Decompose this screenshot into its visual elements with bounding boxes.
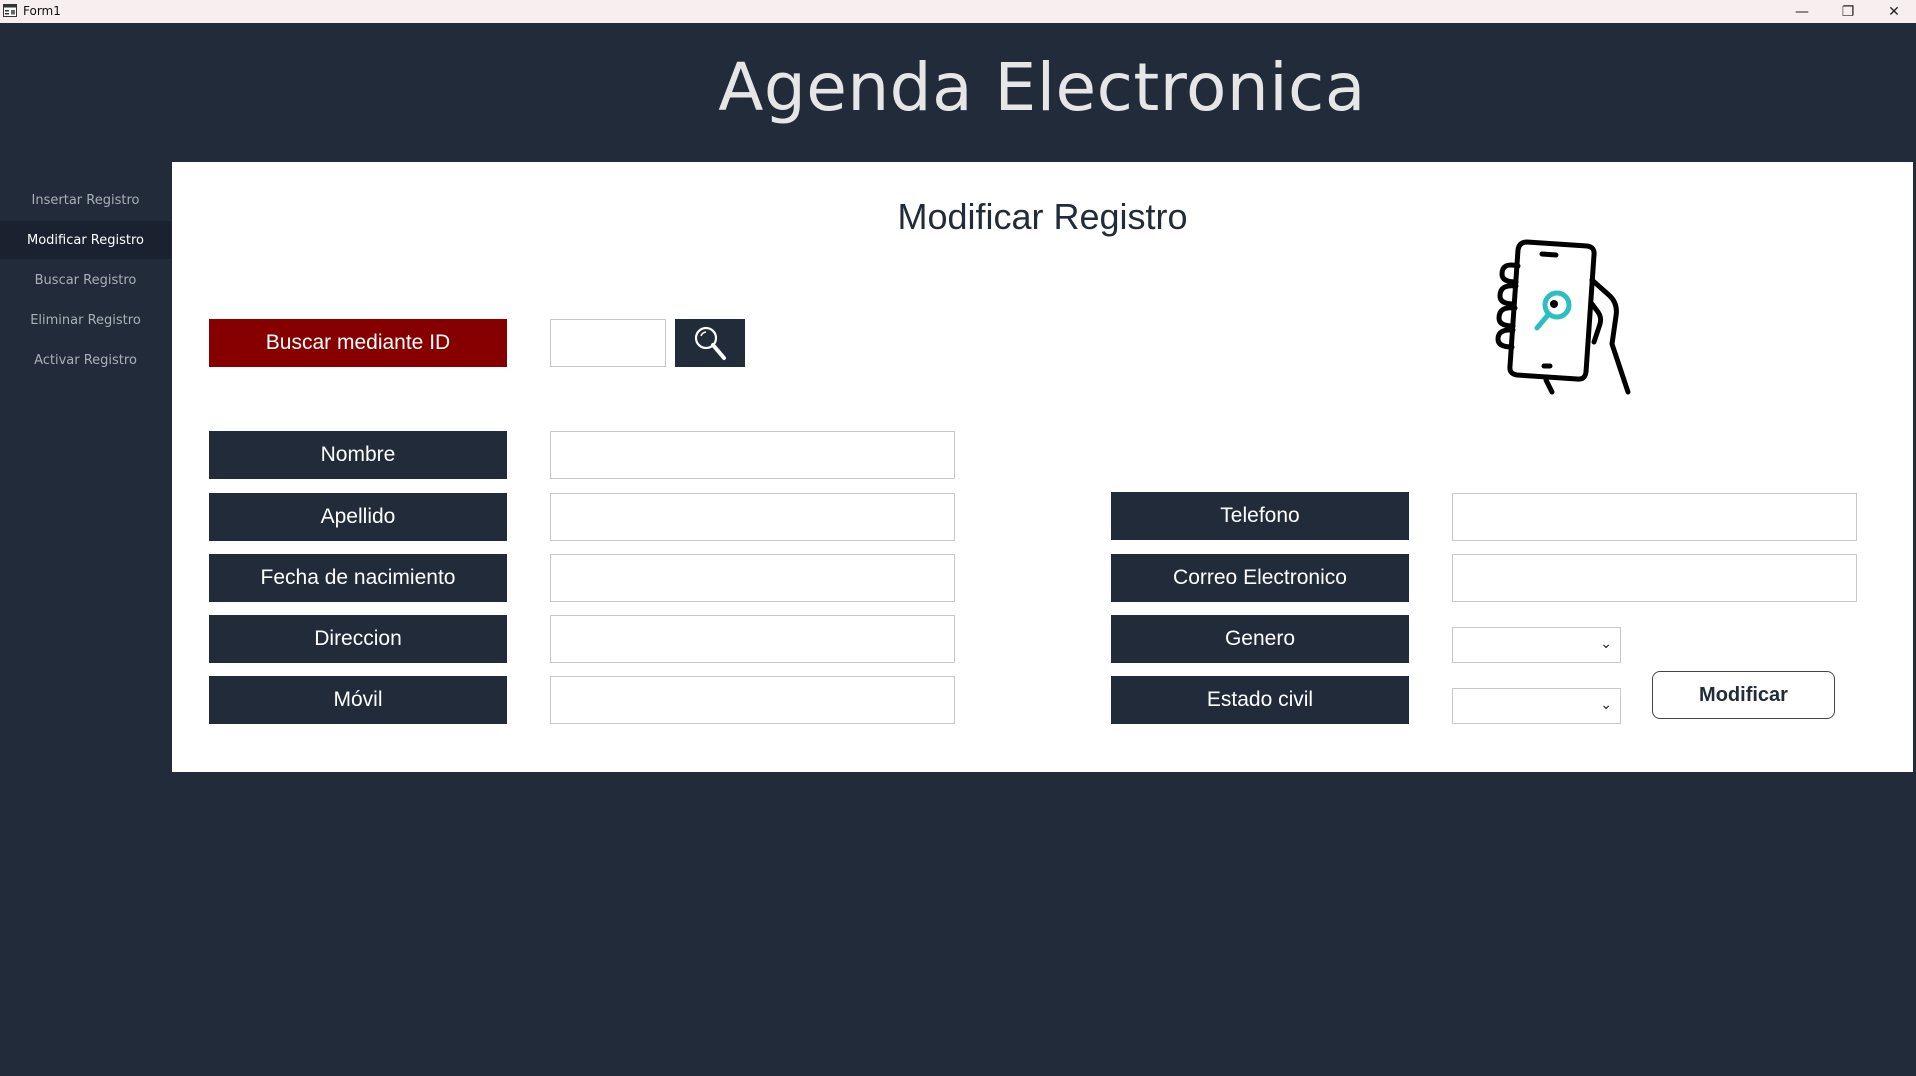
- nombre-field[interactable]: [550, 431, 955, 479]
- fecha-nacimiento-label: Fecha de nacimiento: [209, 554, 507, 602]
- estado-civil-label: Estado civil: [1111, 676, 1409, 724]
- results-panel: [177, 772, 1908, 1076]
- search-icon: [694, 326, 726, 360]
- fecha-nacimiento-field[interactable]: [550, 554, 955, 602]
- sidebar: Insertar Registro Modificar Registro Bus…: [0, 161, 171, 1076]
- correo-label: Correo Electronico: [1111, 554, 1409, 602]
- movil-label: Móvil: [209, 676, 507, 724]
- app-header: Agenda Electronica: [0, 23, 1916, 161]
- sidebar-item-insertar[interactable]: Insertar Registro: [0, 181, 171, 219]
- sidebar-item-activar[interactable]: Activar Registro: [0, 341, 171, 379]
- apellido-field[interactable]: [550, 493, 955, 541]
- modificar-button[interactable]: Modificar: [1652, 671, 1835, 719]
- nombre-label: Nombre: [209, 431, 507, 479]
- phone-search-icon: [1495, 239, 1631, 395]
- genero-label: Genero: [1111, 615, 1409, 663]
- telefono-field[interactable]: [1452, 493, 1857, 541]
- maximize-button[interactable]: ❐: [1826, 0, 1870, 23]
- chevron-down-icon: ⌄: [1600, 636, 1612, 652]
- genero-dropdown[interactable]: ⌄: [1452, 627, 1621, 663]
- estado-civil-dropdown[interactable]: ⌄: [1452, 688, 1621, 724]
- app-title: Agenda Electronica: [718, 49, 1366, 126]
- window-title: Form1: [23, 4, 61, 18]
- telefono-label: Telefono: [1111, 492, 1409, 540]
- close-button[interactable]: ✕: [1872, 0, 1916, 23]
- search-button[interactable]: [675, 319, 745, 367]
- window-titlebar: Form1 — ❐ ✕: [0, 0, 1916, 23]
- search-by-id-label: Buscar mediante ID: [209, 319, 507, 367]
- sidebar-item-buscar[interactable]: Buscar Registro: [0, 261, 171, 299]
- sidebar-item-modificar[interactable]: Modificar Registro: [0, 221, 171, 259]
- direccion-field[interactable]: [550, 615, 955, 663]
- correo-field[interactable]: [1452, 554, 1857, 602]
- minimize-button[interactable]: —: [1780, 0, 1824, 23]
- chevron-down-icon: ⌄: [1600, 697, 1612, 713]
- apellido-label: Apellido: [209, 493, 507, 541]
- app-icon: [3, 4, 17, 17]
- sidebar-item-eliminar[interactable]: Eliminar Registro: [0, 301, 171, 339]
- id-input[interactable]: [550, 319, 666, 367]
- form-panel: Modificar Registro Buscar mediante ID No…: [172, 162, 1913, 772]
- direccion-label: Direccion: [209, 615, 507, 663]
- movil-field[interactable]: [550, 676, 955, 724]
